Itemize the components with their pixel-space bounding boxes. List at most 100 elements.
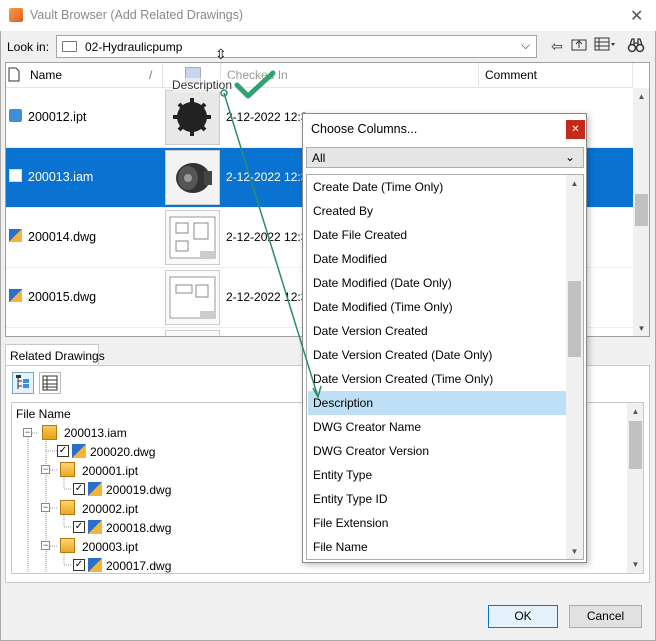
views-icon[interactable] <box>594 37 616 55</box>
row-name: 200014.dwg <box>28 230 97 244</box>
grid-scrollbar[interactable]: ▲ ▼ <box>633 88 649 336</box>
collapse-icon[interactable]: − <box>41 465 50 474</box>
look-in-value: 02-Hydraulicpump <box>85 40 183 54</box>
column-filter-value: All <box>312 151 326 165</box>
tree-node[interactable]: 200018.dwg <box>106 521 171 535</box>
list-view-button[interactable] <box>39 372 61 394</box>
column-option[interactable]: Date Version Created (Date Only) <box>308 343 566 367</box>
popup-title: Choose Columns... <box>311 122 418 136</box>
title-bar: Vault Browser (Add Related Drawings) ✕ <box>0 0 656 31</box>
app-icon <box>9 8 23 22</box>
scroll-down-icon[interactable]: ▼ <box>633 324 649 333</box>
drawing-icon <box>9 229 22 242</box>
column-list-scrollbar[interactable]: ▲ ▼ <box>566 175 583 559</box>
column-option[interactable]: Date Modified (Date Only) <box>308 271 566 295</box>
column-option[interactable]: Date Modified (Time Only) <box>308 295 566 319</box>
look-in-label: Look in: <box>7 40 50 54</box>
tree-node[interactable]: 200002.ipt <box>82 502 138 516</box>
up-folder-icon[interactable] <box>571 37 587 55</box>
row-checked-in: 2-12-2022 12:3 <box>226 110 308 124</box>
chevron-down-icon: ⌄ <box>565 150 576 164</box>
thumbnail-image <box>165 270 220 325</box>
drawing-icon <box>88 520 102 534</box>
column-option[interactable]: DWG Creator Name <box>308 415 566 439</box>
scroll-thumb[interactable] <box>568 281 581 357</box>
column-header-name[interactable]: Name / <box>6 63 163 88</box>
look-in-combo[interactable]: 02-Hydraulicpump ⌵ <box>56 35 537 58</box>
drawing-icon <box>72 444 86 458</box>
part-icon <box>9 109 22 122</box>
thumbnail-image <box>165 90 220 145</box>
checkbox[interactable]: ✓ <box>73 483 85 495</box>
scroll-up-icon[interactable]: ▲ <box>627 407 643 416</box>
row-name: 200013.iam <box>28 170 94 184</box>
sort-indicator: / <box>149 68 153 82</box>
scroll-down-icon[interactable]: ▼ <box>627 560 643 569</box>
row-name: 200012.ipt <box>28 110 87 124</box>
dragged-column-label: Description <box>172 78 233 92</box>
column-option[interactable]: Date File Created <box>308 223 566 247</box>
part-icon <box>60 462 75 477</box>
close-icon[interactable]: ✕ <box>630 6 643 26</box>
close-icon[interactable]: ✕ <box>566 120 585 139</box>
column-option[interactable]: File Name <box>308 535 566 559</box>
assembly-icon <box>42 425 57 440</box>
thumbnail-image <box>165 330 220 336</box>
back-icon[interactable]: ⇦ <box>549 37 565 55</box>
tree-scrollbar[interactable]: ▲ ▼ <box>627 403 643 573</box>
thumbnail-image <box>165 210 220 265</box>
part-icon <box>60 538 75 553</box>
tree-node[interactable]: 200003.ipt <box>82 540 138 554</box>
column-option[interactable]: File Extension <box>308 511 566 535</box>
collapse-icon[interactable]: − <box>41 541 50 550</box>
column-option[interactable]: Date Version Created <box>308 319 566 343</box>
choose-columns-popup: Choose Columns... ✕ All ⌄ Create Date (T… <box>302 113 587 563</box>
column-list[interactable]: Create Date (Time Only) Created By Date … <box>306 174 584 560</box>
tab-related-drawings[interactable]: Related Drawings <box>5 344 105 366</box>
checkbox[interactable]: ✓ <box>73 521 85 533</box>
collapse-icon[interactable]: − <box>41 503 50 512</box>
column-option[interactable]: Created By <box>308 199 566 223</box>
drag-cursor-icon: ⇳ <box>215 46 227 62</box>
collapse-icon[interactable]: − <box>23 428 32 437</box>
tree-view-button[interactable] <box>12 372 34 394</box>
row-name: 200015.dwg <box>28 290 97 304</box>
folder-icon <box>62 41 77 52</box>
tree-node[interactable]: 200017.dwg <box>106 559 171 573</box>
column-option[interactable]: Entity Type ID <box>308 487 566 511</box>
column-option[interactable]: DWG Creator Version <box>308 439 566 463</box>
column-name-label: Name <box>30 68 63 82</box>
tree-node[interactable]: 200001.ipt <box>82 464 138 478</box>
scroll-up-icon[interactable]: ▲ <box>566 179 583 188</box>
tree-node[interactable]: 200013.iam <box>64 426 127 440</box>
row-checked-in: 2-12-2022 12:3 <box>226 230 308 244</box>
column-option[interactable]: Entity Type <box>308 463 566 487</box>
tree-node[interactable]: 200020.dwg <box>90 445 155 459</box>
thumbnail-image <box>165 150 220 205</box>
chevron-down-icon: ⌵ <box>521 38 531 52</box>
binoculars-icon[interactable] <box>626 37 646 55</box>
drawing-icon <box>88 482 102 496</box>
column-option-highlighted[interactable]: Description <box>308 391 566 415</box>
column-comment-label: Comment <box>485 68 538 82</box>
ok-button[interactable]: OK <box>488 605 558 628</box>
scroll-thumb[interactable] <box>629 421 642 469</box>
column-option[interactable]: Date Version Created (Time Only) <box>308 367 566 391</box>
scroll-up-icon[interactable]: ▲ <box>633 92 649 101</box>
part-icon <box>60 500 75 515</box>
column-filter-select[interactable]: All ⌄ <box>306 147 584 168</box>
checkbox[interactable]: ✓ <box>73 559 85 571</box>
assembly-icon <box>9 169 22 182</box>
tree-node[interactable]: 200019.dwg <box>106 483 171 497</box>
drawing-icon <box>9 289 22 302</box>
window-title: Vault Browser (Add Related Drawings) <box>30 8 244 22</box>
scroll-down-icon[interactable]: ▼ <box>566 547 583 556</box>
column-option[interactable]: Create Date (Time Only) <box>308 175 566 199</box>
row-checked-in: 2-12-2022 12:3 <box>226 290 308 304</box>
checkbox[interactable]: ✓ <box>57 445 69 457</box>
cancel-button[interactable]: Cancel <box>569 605 642 628</box>
column-option[interactable]: Date Modified <box>308 247 566 271</box>
column-header-comment[interactable]: Comment <box>479 63 633 88</box>
file-icon <box>8 67 20 85</box>
scroll-thumb[interactable] <box>635 194 648 226</box>
